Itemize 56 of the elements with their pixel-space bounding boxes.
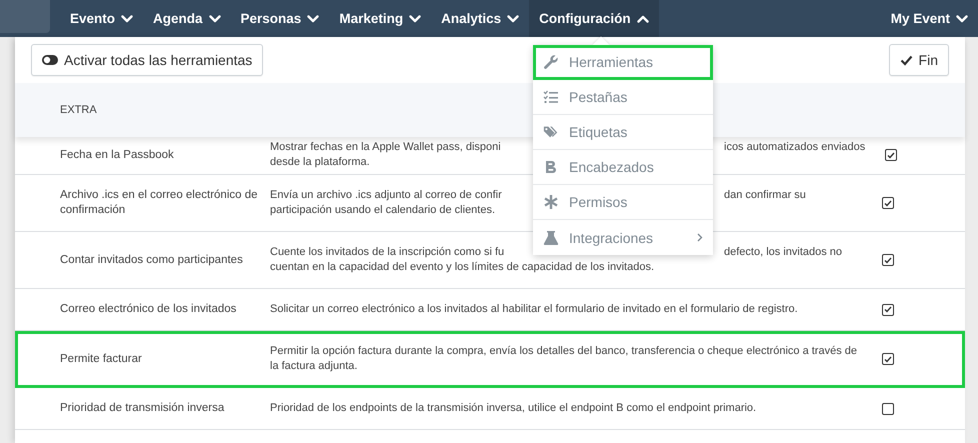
account-menu[interactable]: My Event [880,0,978,37]
setting-description: defecto, los invitados no [724,245,842,260]
checkbox[interactable] [885,149,898,161]
check-icon [900,54,913,66]
menu-item[interactable]: Etiquetas [533,115,713,150]
chevron-up-icon [636,14,649,22]
menu-item[interactable]: Pestañas [533,80,713,115]
setting-description: Solicitar un correo electrónico a los invitados al habilitar el formulario de invitado en el formulario de registro. [270,302,798,317]
setting-description: Mostrar fechas en la Apple Wallet pass, disponi [270,140,502,155]
logo-placeholder [0,0,50,33]
nav-menu-item[interactable]: Marketing [329,0,432,37]
checkbox[interactable] [882,353,894,365]
setting-description: desde la plataforma. [270,155,370,170]
toggle-icon [42,55,58,65]
checkbox[interactable] [882,402,894,414]
setting-name: Correo electrónico de los invitados [59,302,238,317]
checkbox[interactable] [882,304,894,316]
toggle-all-button[interactable]: Activar todas las herramientas [31,44,264,76]
chevron-down-icon [409,14,422,22]
setting-description: dan confirmar su [724,188,806,203]
checkbox[interactable] [882,197,894,209]
setting-description: Permitir la opción factura durante la compra, envía los detalles del banco, transferencia o cheque electrónico a través de la factura adjunta. [270,344,858,374]
setting-name: Fecha en la Passbook [59,148,175,162]
setting-description: Envía un archivo .ics adjunto al correo de confir [270,188,503,203]
nav-menu-item[interactable]: Agenda [143,0,231,37]
asterisk-icon [543,194,559,210]
nav-menu-item[interactable]: Evento [60,0,144,37]
chevron-down-icon [307,14,320,22]
chevron-down-icon [121,14,134,22]
setting-description: cuentan en la capacidad del evento y los límites de capacidad de los invitados. [270,260,654,275]
nav-menu-item[interactable]: Personas [230,0,330,37]
setting-name: Prioridad de transmisión inversa [59,401,226,416]
setting-description: participación usando el calendario de clientes. [270,203,496,218]
nav-menu-item[interactable]: Configuración [529,0,659,37]
tags-icon [543,124,559,140]
wrench-icon [543,54,559,70]
menu-item[interactable]: Herramientas [533,45,713,80]
menu-item[interactable]: Integraciones [533,220,713,255]
setting-name: Contar invitados como participantes [59,252,244,268]
setting-description: Prioridad de los endpoints de la transmisión inversa, utilice el endpoint B como el endpoint primario. [270,401,756,416]
done-button[interactable]: Fin [888,44,949,76]
nav-menu-item[interactable]: Analytics [431,0,530,37]
checkbox[interactable] [882,254,894,266]
checklist-icon [543,89,559,105]
chevron-down-icon [208,14,221,22]
chevron-down-icon [507,14,520,22]
section-title: EXTRA [60,104,97,116]
menu-item[interactable]: Permisos [533,185,713,220]
setting-name: Archivo .ics en el correo electrónico de confirmación [59,188,259,218]
setting-description: Cuente los invitados de la inscripción como si fu [270,245,506,260]
setting-name: Permite facturar [59,352,143,366]
chevron-down-icon [956,14,968,22]
menu-item[interactable]: Encabezados [533,150,713,185]
bold-icon [543,159,559,175]
flask-icon [543,230,559,246]
setting-description: icos automatizados enviados [724,140,866,155]
